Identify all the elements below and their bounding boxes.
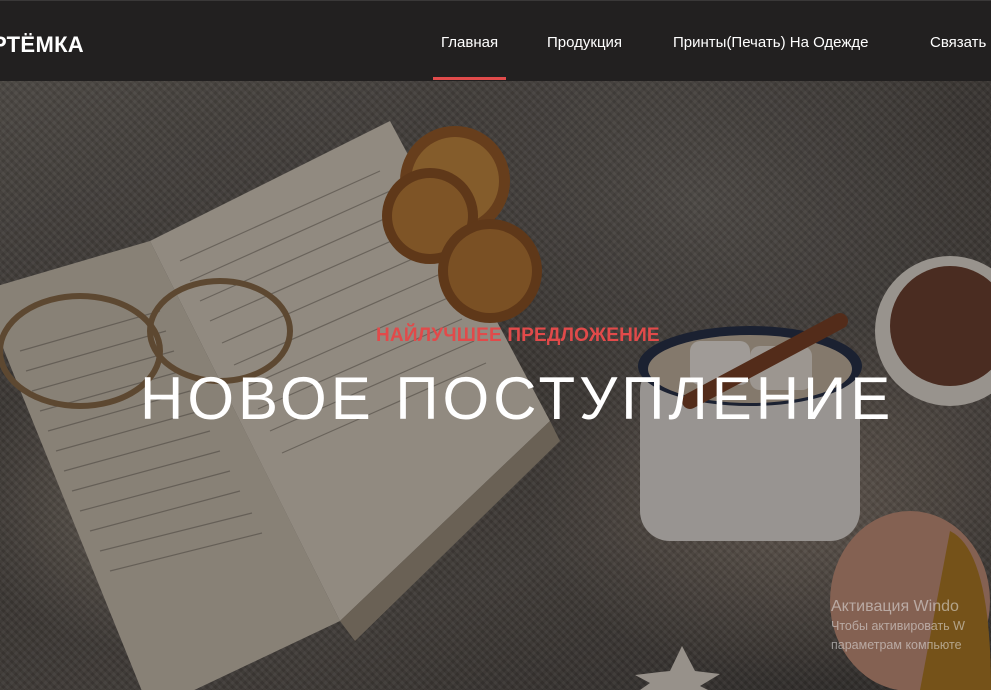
nav-item-products[interactable]: Продукция xyxy=(547,34,622,51)
page: РТЁМКА Главная Продукция Принты(Печать) … xyxy=(0,0,991,690)
nav-item-contact[interactable]: Связать xyxy=(930,34,986,51)
nav-item-prints[interactable]: Принты(Печать) На Одежде xyxy=(673,34,868,51)
site-header: РТЁМКА Главная Продукция Принты(Печать) … xyxy=(0,0,991,81)
main-nav: Главная Продукция Принты(Печать) На Одеж… xyxy=(0,1,991,82)
hero-kicker: НАЙЛУЧШЕЕ ПРЕДЛОЖЕНИЕ xyxy=(376,325,660,346)
windows-activation-watermark: Активация Windo Чтобы активировать W пар… xyxy=(831,597,965,655)
nav-item-home[interactable]: Главная xyxy=(432,34,507,80)
watermark-line-1: Чтобы активировать W xyxy=(831,619,965,633)
watermark-title: Активация Windo xyxy=(831,598,959,615)
hero-title: НОВОЕ ПОСТУПЛЕНИЕ xyxy=(140,365,895,432)
watermark-line-2: параметрам компьюте xyxy=(831,638,962,652)
